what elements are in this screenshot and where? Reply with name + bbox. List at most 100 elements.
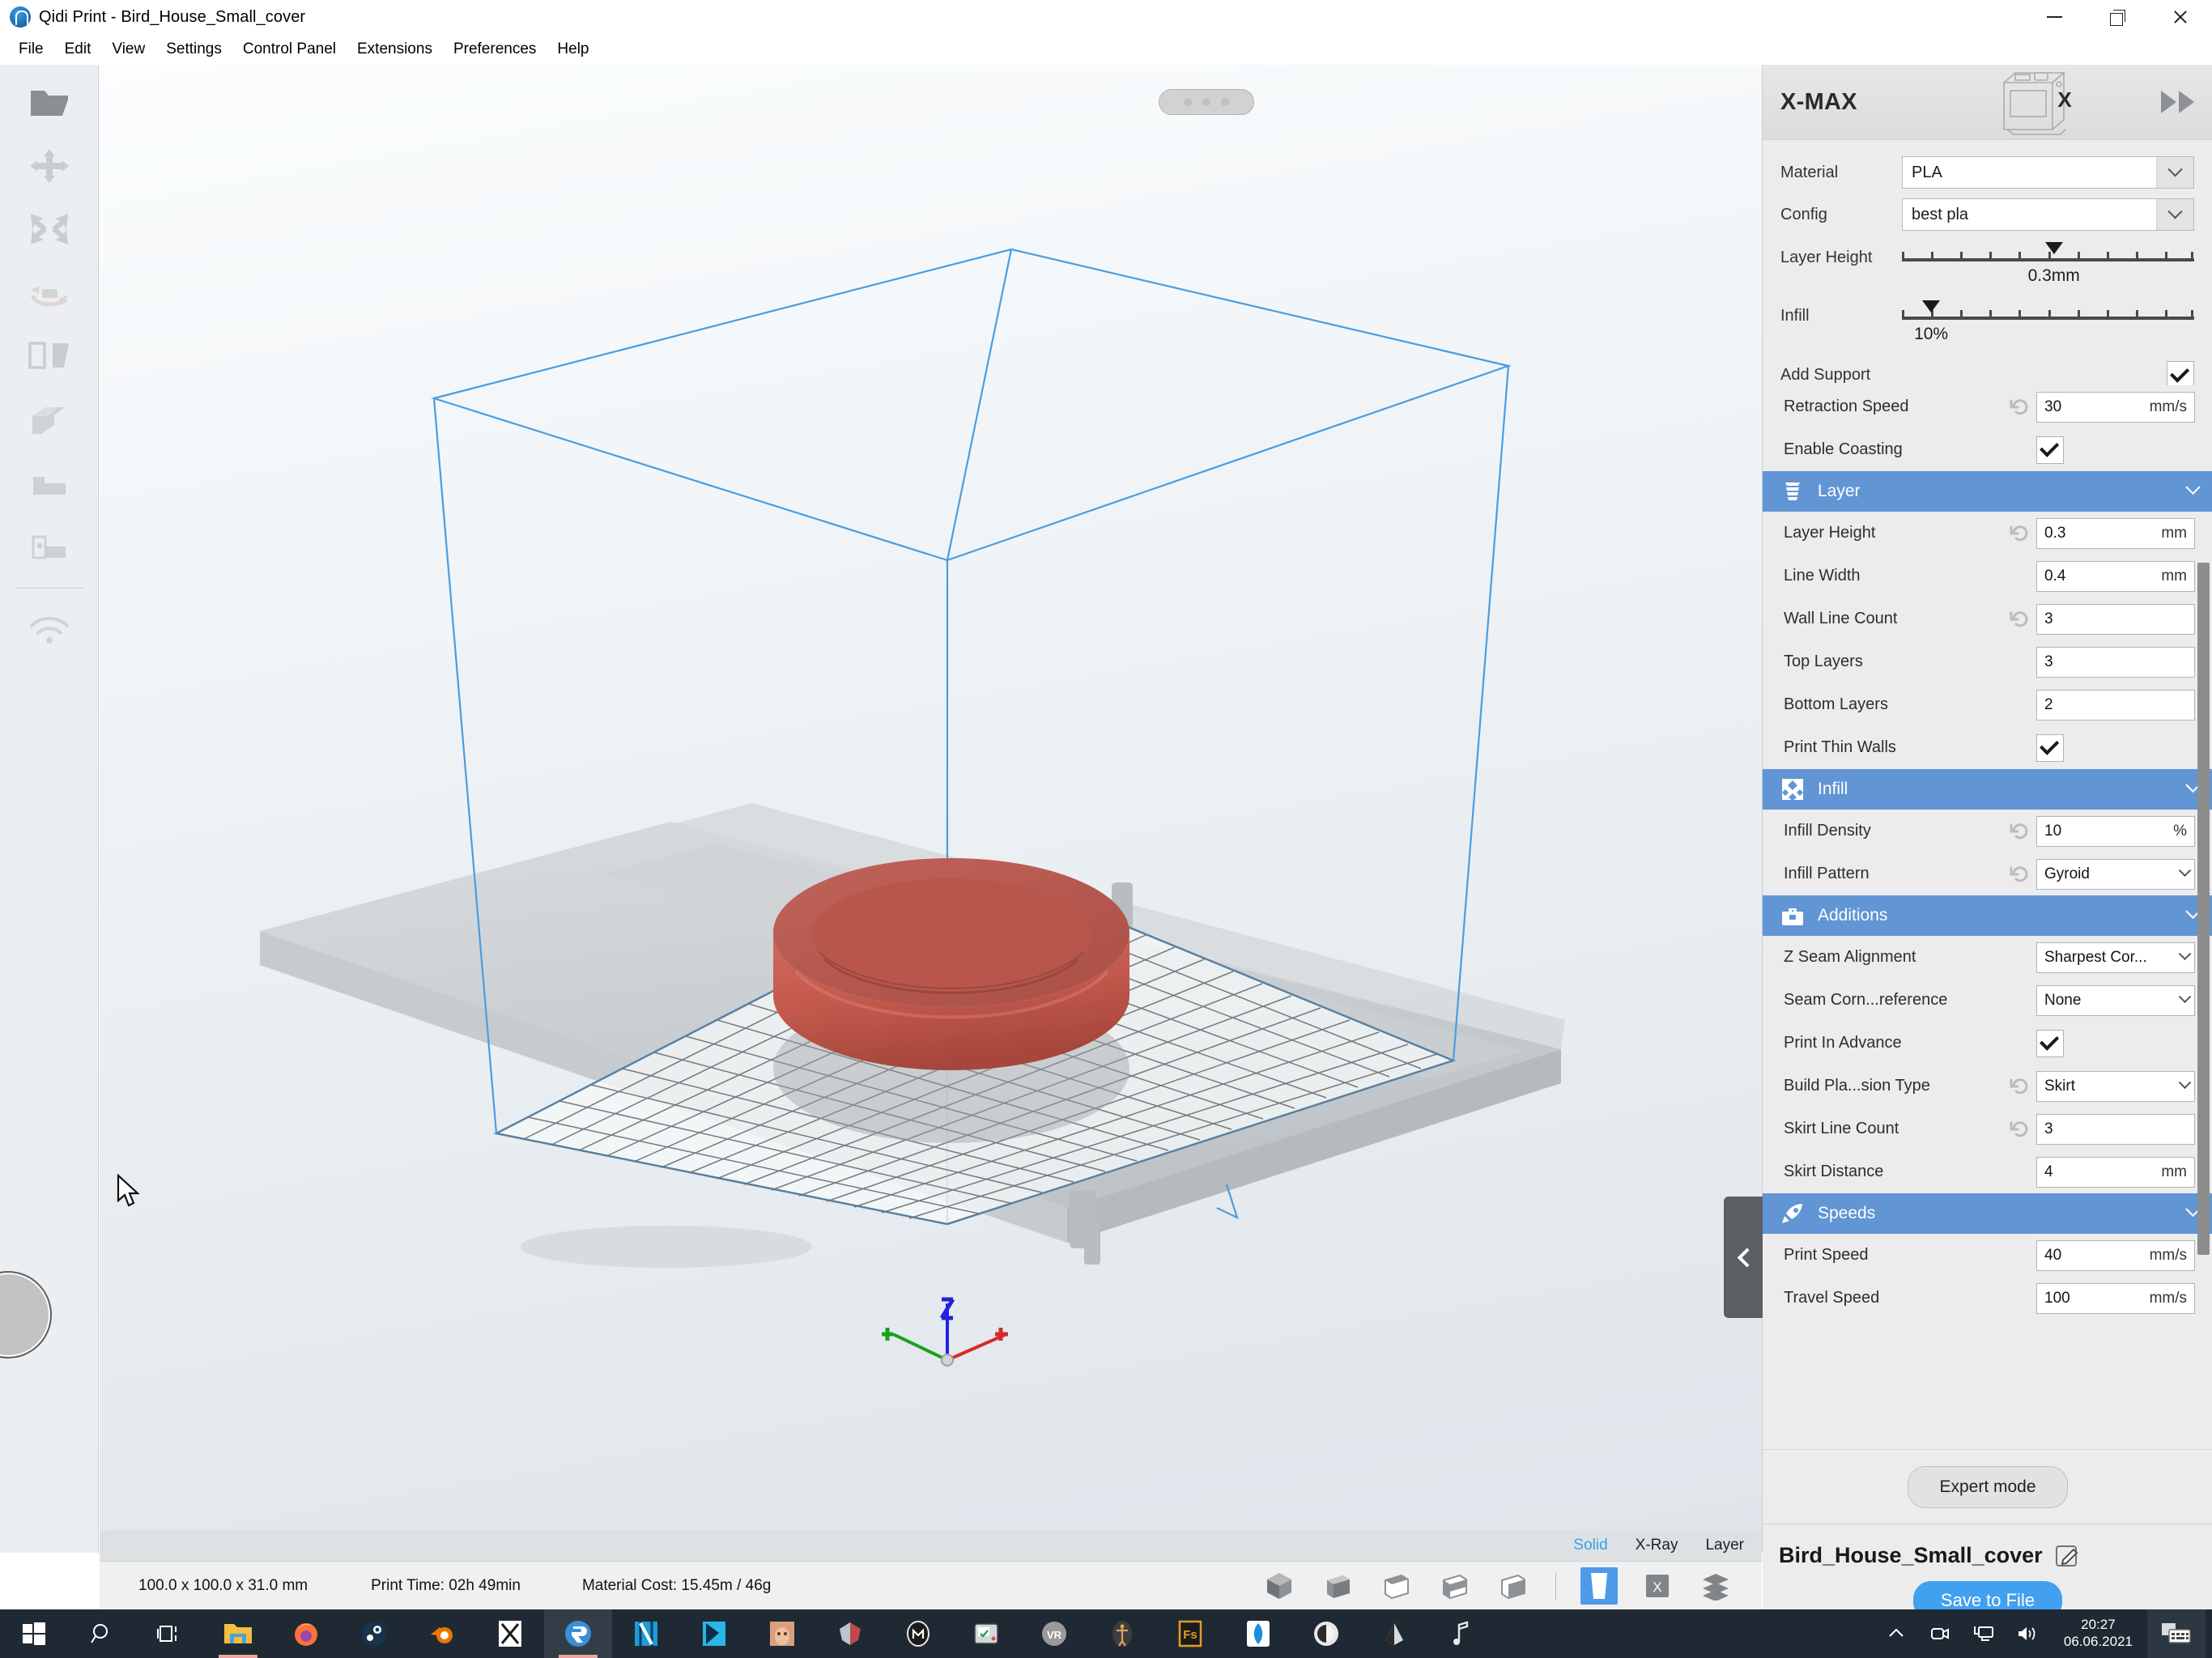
select-seam-corn-reference[interactable]: None — [2036, 984, 2195, 1016]
revert-button[interactable] — [2006, 523, 2033, 544]
taskbar-app-fusion[interactable]: Fs — [1156, 1609, 1224, 1658]
solid-view-button[interactable] — [1580, 1567, 1618, 1605]
select-build-pla-sion-type[interactable]: Skirt — [2036, 1070, 2195, 1102]
start-button[interactable] — [0, 1609, 68, 1658]
scale-button[interactable] — [18, 198, 81, 261]
settings-list[interactable]: Retraction Speed 30 mm/s Enable Coasting Lay… — [1763, 385, 2212, 1449]
revert-icon[interactable] — [2009, 821, 2030, 842]
camera-tray-button[interactable] — [1918, 1609, 1962, 1658]
menu-control-panel[interactable]: Control Panel — [232, 37, 347, 62]
revert-icon[interactable] — [2009, 397, 2030, 418]
taskbar-app-diamond[interactable] — [1224, 1609, 1292, 1658]
taskbar-app-firefox[interactable] — [272, 1609, 340, 1658]
3d-viewport[interactable] — [100, 65, 1762, 1530]
viewport-drag-handle[interactable] — [1159, 89, 1254, 115]
view-mode-layer[interactable]: Layer — [1705, 1537, 1744, 1554]
config-select[interactable]: best pla — [1902, 198, 2194, 231]
view-mode-xray[interactable]: X-Ray — [1636, 1537, 1678, 1554]
menu-preferences[interactable]: Preferences — [443, 37, 547, 62]
menu-edit[interactable]: Edit — [54, 37, 102, 62]
taskbar-app-music[interactable] — [1428, 1609, 1496, 1658]
input-travel-speed[interactable]: 100 mm/s — [2036, 1282, 2195, 1314]
network-tray-button[interactable] — [1962, 1609, 2006, 1658]
section-header-layer[interactable]: Layer — [1763, 471, 2212, 512]
view-left-button[interactable] — [1436, 1567, 1473, 1605]
taskbar-app-retro[interactable] — [952, 1609, 1020, 1658]
navigation-orb[interactable] — [0, 1271, 52, 1358]
input-top-layers[interactable]: 3 — [2036, 646, 2195, 678]
layer-height-knob[interactable] — [2044, 242, 2063, 254]
taskbar-app-qidi-print[interactable] — [544, 1609, 612, 1658]
view-right-button[interactable] — [1494, 1567, 1531, 1605]
taskbar-app-inkscape[interactable] — [1360, 1609, 1428, 1658]
input-line-width[interactable]: 0.4 mm — [2036, 560, 2195, 592]
taskbar-app-photo[interactable] — [748, 1609, 816, 1658]
taskbar-app-meshmixer[interactable] — [884, 1609, 952, 1658]
multiply-model-button[interactable] — [18, 513, 81, 576]
expert-mode-button[interactable]: Expert mode — [1908, 1465, 2068, 1508]
restore-button[interactable] — [2086, 0, 2149, 34]
infill-knob[interactable] — [1922, 300, 1941, 312]
rotate-button[interactable] — [18, 261, 81, 324]
section-header-infill[interactable]: Infill — [1763, 769, 2212, 810]
revert-button[interactable] — [2006, 609, 2033, 630]
taskbar-app-file-explorer[interactable] — [204, 1609, 272, 1658]
revert-button[interactable] — [2006, 1119, 2033, 1140]
mirror-button[interactable] — [18, 324, 81, 387]
input-infill-density[interactable]: 10% — [2036, 815, 2195, 847]
select-infill-pattern[interactable]: Gyroid — [2036, 858, 2195, 890]
taskbar-app-vr[interactable]: VR — [1020, 1609, 1088, 1658]
revert-icon[interactable] — [2009, 1076, 2030, 1097]
taskbar-app-steam[interactable] — [340, 1609, 408, 1658]
fast-forward-button[interactable] — [2161, 91, 2194, 113]
taskbar-app-video-editor[interactable] — [612, 1609, 680, 1658]
revert-button[interactable] — [2006, 1076, 2033, 1097]
revert-button[interactable] — [2006, 397, 2033, 418]
select-z-seam-alignment[interactable]: Sharpest Cor... — [2036, 942, 2195, 973]
taskbar-app-blender[interactable] — [408, 1609, 476, 1658]
input-bottom-layers[interactable]: 2 — [2036, 689, 2195, 721]
revert-icon[interactable] — [2009, 864, 2030, 885]
minimize-button[interactable] — [2023, 0, 2086, 34]
input-print-speed[interactable]: 40 mm/s — [2036, 1239, 2195, 1271]
input-retraction-speed[interactable]: 30 mm/s — [2036, 391, 2195, 423]
show-hidden-icons-button[interactable] — [1874, 1609, 1918, 1658]
move-button[interactable] — [18, 134, 81, 198]
menu-settings[interactable]: Settings — [155, 37, 232, 62]
taskbar-app-disc[interactable] — [1292, 1609, 1360, 1658]
support-blocker-button[interactable] — [18, 387, 81, 450]
close-button[interactable] — [2149, 0, 2212, 34]
input-skirt-line-count[interactable]: 3 — [2036, 1113, 2195, 1145]
volume-tray-button[interactable] — [2006, 1609, 2049, 1658]
view-top-button[interactable] — [1377, 1567, 1414, 1605]
menu-help[interactable]: Help — [547, 37, 599, 62]
open-file-button[interactable] — [18, 71, 81, 134]
taskbar-app-xlaunch[interactable] — [476, 1609, 544, 1658]
layer-height-slider[interactable]: 0.3mm — [1902, 236, 2194, 287]
view-front-button[interactable] — [1319, 1567, 1356, 1605]
section-header-additions[interactable]: Additions — [1763, 895, 2212, 936]
search-button[interactable] — [68, 1609, 136, 1658]
view-mode-solid[interactable]: Solid — [1573, 1537, 1607, 1554]
wifi-button[interactable] — [18, 599, 81, 662]
taskbar-clock[interactable]: 20:27 06.06.2021 — [2049, 1609, 2147, 1658]
input-wall-line-count[interactable]: 3 — [2036, 603, 2195, 635]
input-layer-height[interactable]: 0.3 mm — [2036, 517, 2195, 549]
menu-view[interactable]: View — [101, 37, 155, 62]
section-header-speeds[interactable]: Speeds — [1763, 1193, 2212, 1234]
checkbox-print-thin-walls[interactable] — [2036, 733, 2064, 762]
revert-button[interactable] — [2006, 864, 2033, 885]
material-select[interactable]: PLA — [1902, 156, 2194, 189]
ime-button[interactable] — [2147, 1609, 2206, 1658]
menu-file[interactable]: File — [8, 37, 54, 62]
infill-slider[interactable]: 10% — [1902, 294, 2194, 346]
xray-view-button[interactable]: X — [1639, 1567, 1676, 1605]
settings-scrollbar[interactable] — [2197, 563, 2210, 1255]
taskbar-app-media[interactable] — [680, 1609, 748, 1658]
checkbox-enable-coasting[interactable] — [2036, 436, 2064, 464]
task-view-button[interactable] — [136, 1609, 204, 1658]
menu-extensions[interactable]: Extensions — [347, 37, 443, 62]
per-model-settings-button[interactable] — [18, 450, 81, 513]
taskbar-app-gem[interactable] — [816, 1609, 884, 1658]
revert-icon[interactable] — [2009, 1119, 2030, 1140]
